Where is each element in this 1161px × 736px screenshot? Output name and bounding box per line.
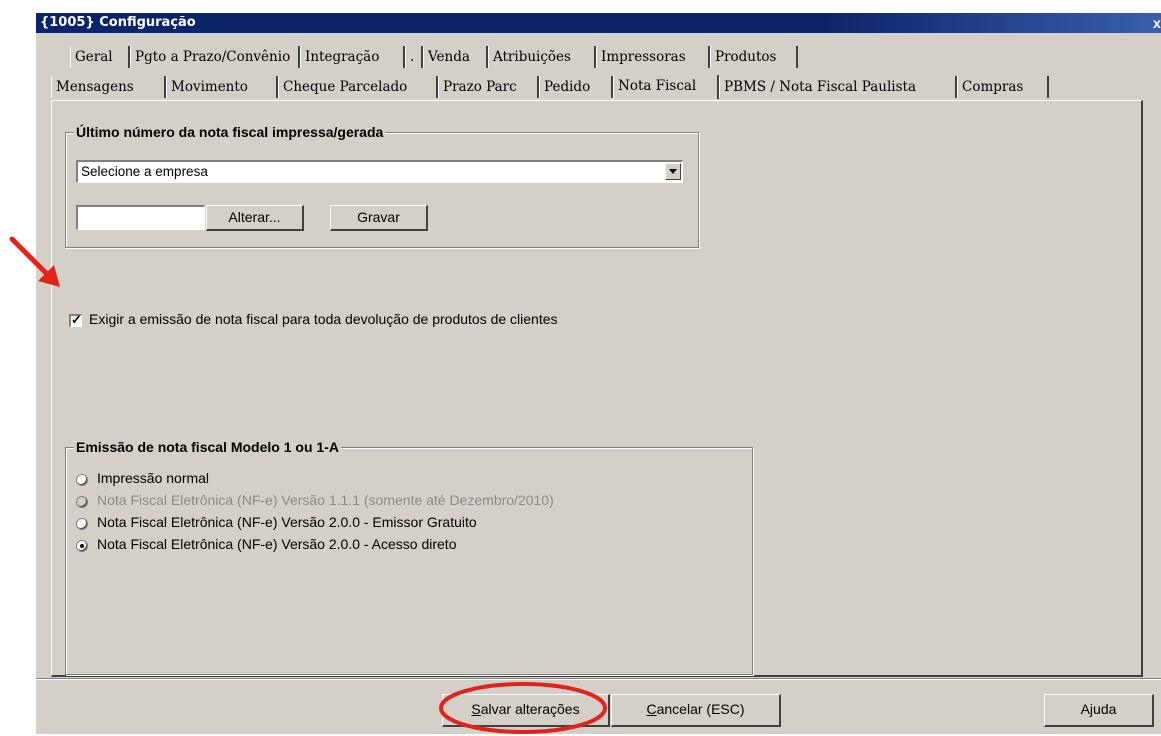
tab-impressoras[interactable]: Impressoras xyxy=(596,46,710,68)
tab-produtos[interactable]: Produtos xyxy=(710,46,798,68)
tab-venda[interactable]: Venda xyxy=(423,46,488,68)
gravar-button[interactable]: Gravar xyxy=(330,205,428,231)
tab-atribuicoes[interactable]: Atribuições xyxy=(488,46,596,68)
nota-number-input[interactable] xyxy=(76,205,205,230)
company-select[interactable]: Selecione a empresa xyxy=(76,160,683,183)
emissao-group: Emissão de nota fiscal Modelo 1 ou 1-A I… xyxy=(65,439,753,675)
tab-geral[interactable]: Geral xyxy=(70,46,130,68)
cancel-label-rest: ancelar (ESC) xyxy=(656,701,745,717)
last-number-group: Último número da nota fiscal impressa/ge… xyxy=(65,124,699,248)
alter-button[interactable]: Alterar... xyxy=(206,205,304,231)
radio-nfe-200-acesso[interactable] xyxy=(76,540,88,552)
configuration-window: {1005} Configuração x Geral Pgto a Prazo… xyxy=(36,13,1161,734)
radio-label-impressao-normal[interactable]: Impressão normal xyxy=(97,470,209,486)
tab-page-nota-fiscal: Último número da nota fiscal impressa/ge… xyxy=(51,100,1143,677)
devolucao-checkbox[interactable]: ✓ xyxy=(69,312,82,327)
radio-label-nfe-200-emissor[interactable]: Nota Fiscal Eletrônica (NF-e) Versão 2.0… xyxy=(97,514,477,530)
tab-pgto-prazo[interactable]: Pgto a Prazo/Convênio xyxy=(130,46,300,68)
radio-nfe-200-emissor[interactable] xyxy=(76,518,88,530)
tab-row-1: Geral Pgto a Prazo/Convênio Integração .… xyxy=(70,46,870,68)
last-number-group-legend: Último número da nota fiscal impressa/ge… xyxy=(74,124,386,140)
tab-pedido[interactable]: Pedido xyxy=(539,76,613,98)
radio-nfe-111 xyxy=(76,496,88,508)
radio-label-nfe-111: Nota Fiscal Eletrônica (NF-e) Versão 1.1… xyxy=(97,492,554,508)
tab-cheque-parcelado[interactable]: Cheque Parcelado xyxy=(278,76,438,98)
tab-nota-fiscal[interactable]: Nota Fiscal xyxy=(613,75,719,99)
tab-movimento[interactable]: Movimento xyxy=(166,76,278,98)
tab-integracao[interactable]: Integração xyxy=(300,46,405,68)
radio-impressao-normal[interactable] xyxy=(76,474,88,486)
annotation-oval-icon xyxy=(439,682,607,734)
emissao-group-legend: Emissão de nota fiscal Modelo 1 ou 1-A xyxy=(74,439,341,455)
tab-row-2: Mensagens Movimento Cheque Parcelado Pra… xyxy=(51,75,1143,99)
tab-mensagens[interactable]: Mensagens xyxy=(51,76,166,98)
close-icon[interactable]: x xyxy=(1153,13,1161,33)
title-bar: {1005} Configuração x xyxy=(36,13,1161,33)
tab-dot[interactable]: . xyxy=(405,46,423,68)
annotation-arrow-icon xyxy=(9,236,60,287)
help-button[interactable]: Ajuda xyxy=(1044,694,1154,727)
tab-compras[interactable]: Compras xyxy=(957,76,1049,98)
chevron-down-icon[interactable] xyxy=(665,163,681,180)
radio-selected-dot xyxy=(80,544,84,548)
company-select-value: Selecione a empresa xyxy=(81,164,208,179)
devolucao-checkbox-label[interactable]: Exigir a emissão de nota fiscal para tod… xyxy=(89,311,558,327)
check-icon: ✓ xyxy=(71,312,82,327)
radio-label-nfe-200-acesso[interactable]: Nota Fiscal Eletrônica (NF-e) Versão 2.0… xyxy=(97,536,456,552)
cancel-button[interactable]: Cancelar (ESC) xyxy=(611,694,781,727)
window-title: {1005} Configuração xyxy=(40,15,196,30)
tab-pbms-nota-fiscal-paulista[interactable]: PBMS / Nota Fiscal Paulista xyxy=(719,76,957,98)
cancel-mnemonic: C xyxy=(646,701,657,717)
tab-prazo-parc[interactable]: Prazo Parc xyxy=(438,76,539,98)
